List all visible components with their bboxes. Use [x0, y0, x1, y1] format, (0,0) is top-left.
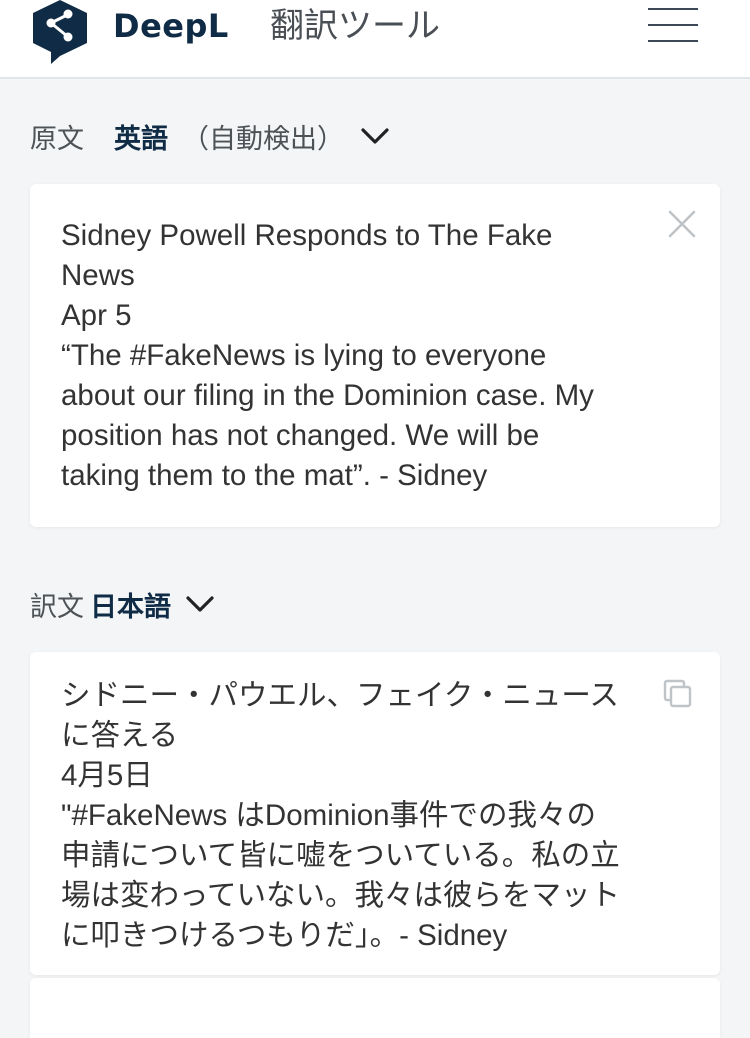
- target-line: に答える: [61, 719, 179, 752]
- source-line: taking them to the mat”. - Sidney: [61, 459, 488, 492]
- target-label: 訳文: [30, 591, 84, 623]
- deepl-logo[interactable]: [31, 0, 89, 64]
- close-icon[interactable]: [666, 208, 698, 240]
- target-line: 場は変わっていない。我々は彼らをマット: [61, 879, 621, 912]
- source-line: Apr 5: [61, 299, 132, 332]
- target-text-card: シドニー・パウエル、フェイク・ニュース に答える 4月5日 "#FakeNews…: [30, 652, 720, 975]
- source-language-row: 原文 英語 （自動検出）: [30, 116, 390, 156]
- target-line: "#FakeNews はDominion事件での我々の: [61, 799, 597, 832]
- translation-output: シドニー・パウエル、フェイク・ニュース に答える 4月5日 "#FakeNews…: [61, 676, 620, 956]
- copy-icon[interactable]: [662, 678, 694, 710]
- target-line: 申請について皆に嘘をついている。私の立: [61, 839, 620, 872]
- source-line: position has not changed. We will be: [61, 419, 540, 452]
- chevron-down-icon[interactable]: [185, 594, 215, 614]
- source-line: “The #FakeNews is lying to everyone: [61, 339, 547, 372]
- target-language-row: 訳文 日本語: [30, 584, 215, 624]
- chevron-down-icon[interactable]: [360, 126, 390, 146]
- source-text-card[interactable]: Sidney Powell Responds to The Fake News …: [30, 184, 720, 527]
- auto-detect-label: （自動検出）: [182, 123, 344, 155]
- target-line: シドニー・パウエル、フェイク・ニュース: [61, 679, 619, 712]
- next-panel: [30, 978, 720, 1038]
- target-line: に叩きつけるつもりだ」。- Sidney: [61, 919, 508, 952]
- product-name: 翻訳ツール: [270, 6, 440, 46]
- source-line: Sidney Powell Responds to The Fake: [61, 219, 553, 252]
- target-line: 4月5日: [61, 759, 153, 792]
- brand-name: DeepL: [113, 7, 229, 45]
- hamburger-menu-icon[interactable]: [646, 4, 700, 44]
- target-language-select[interactable]: 日本語: [90, 585, 171, 624]
- source-textarea[interactable]: Sidney Powell Responds to The Fake News …: [61, 216, 594, 496]
- source-language-select[interactable]: 英語: [114, 117, 168, 156]
- source-line: News: [61, 259, 135, 292]
- source-label: 原文: [30, 123, 84, 155]
- app-header: DeepL 翻訳ツール: [0, 0, 750, 79]
- source-line: about our filing in the Dominion case. M…: [61, 379, 594, 412]
